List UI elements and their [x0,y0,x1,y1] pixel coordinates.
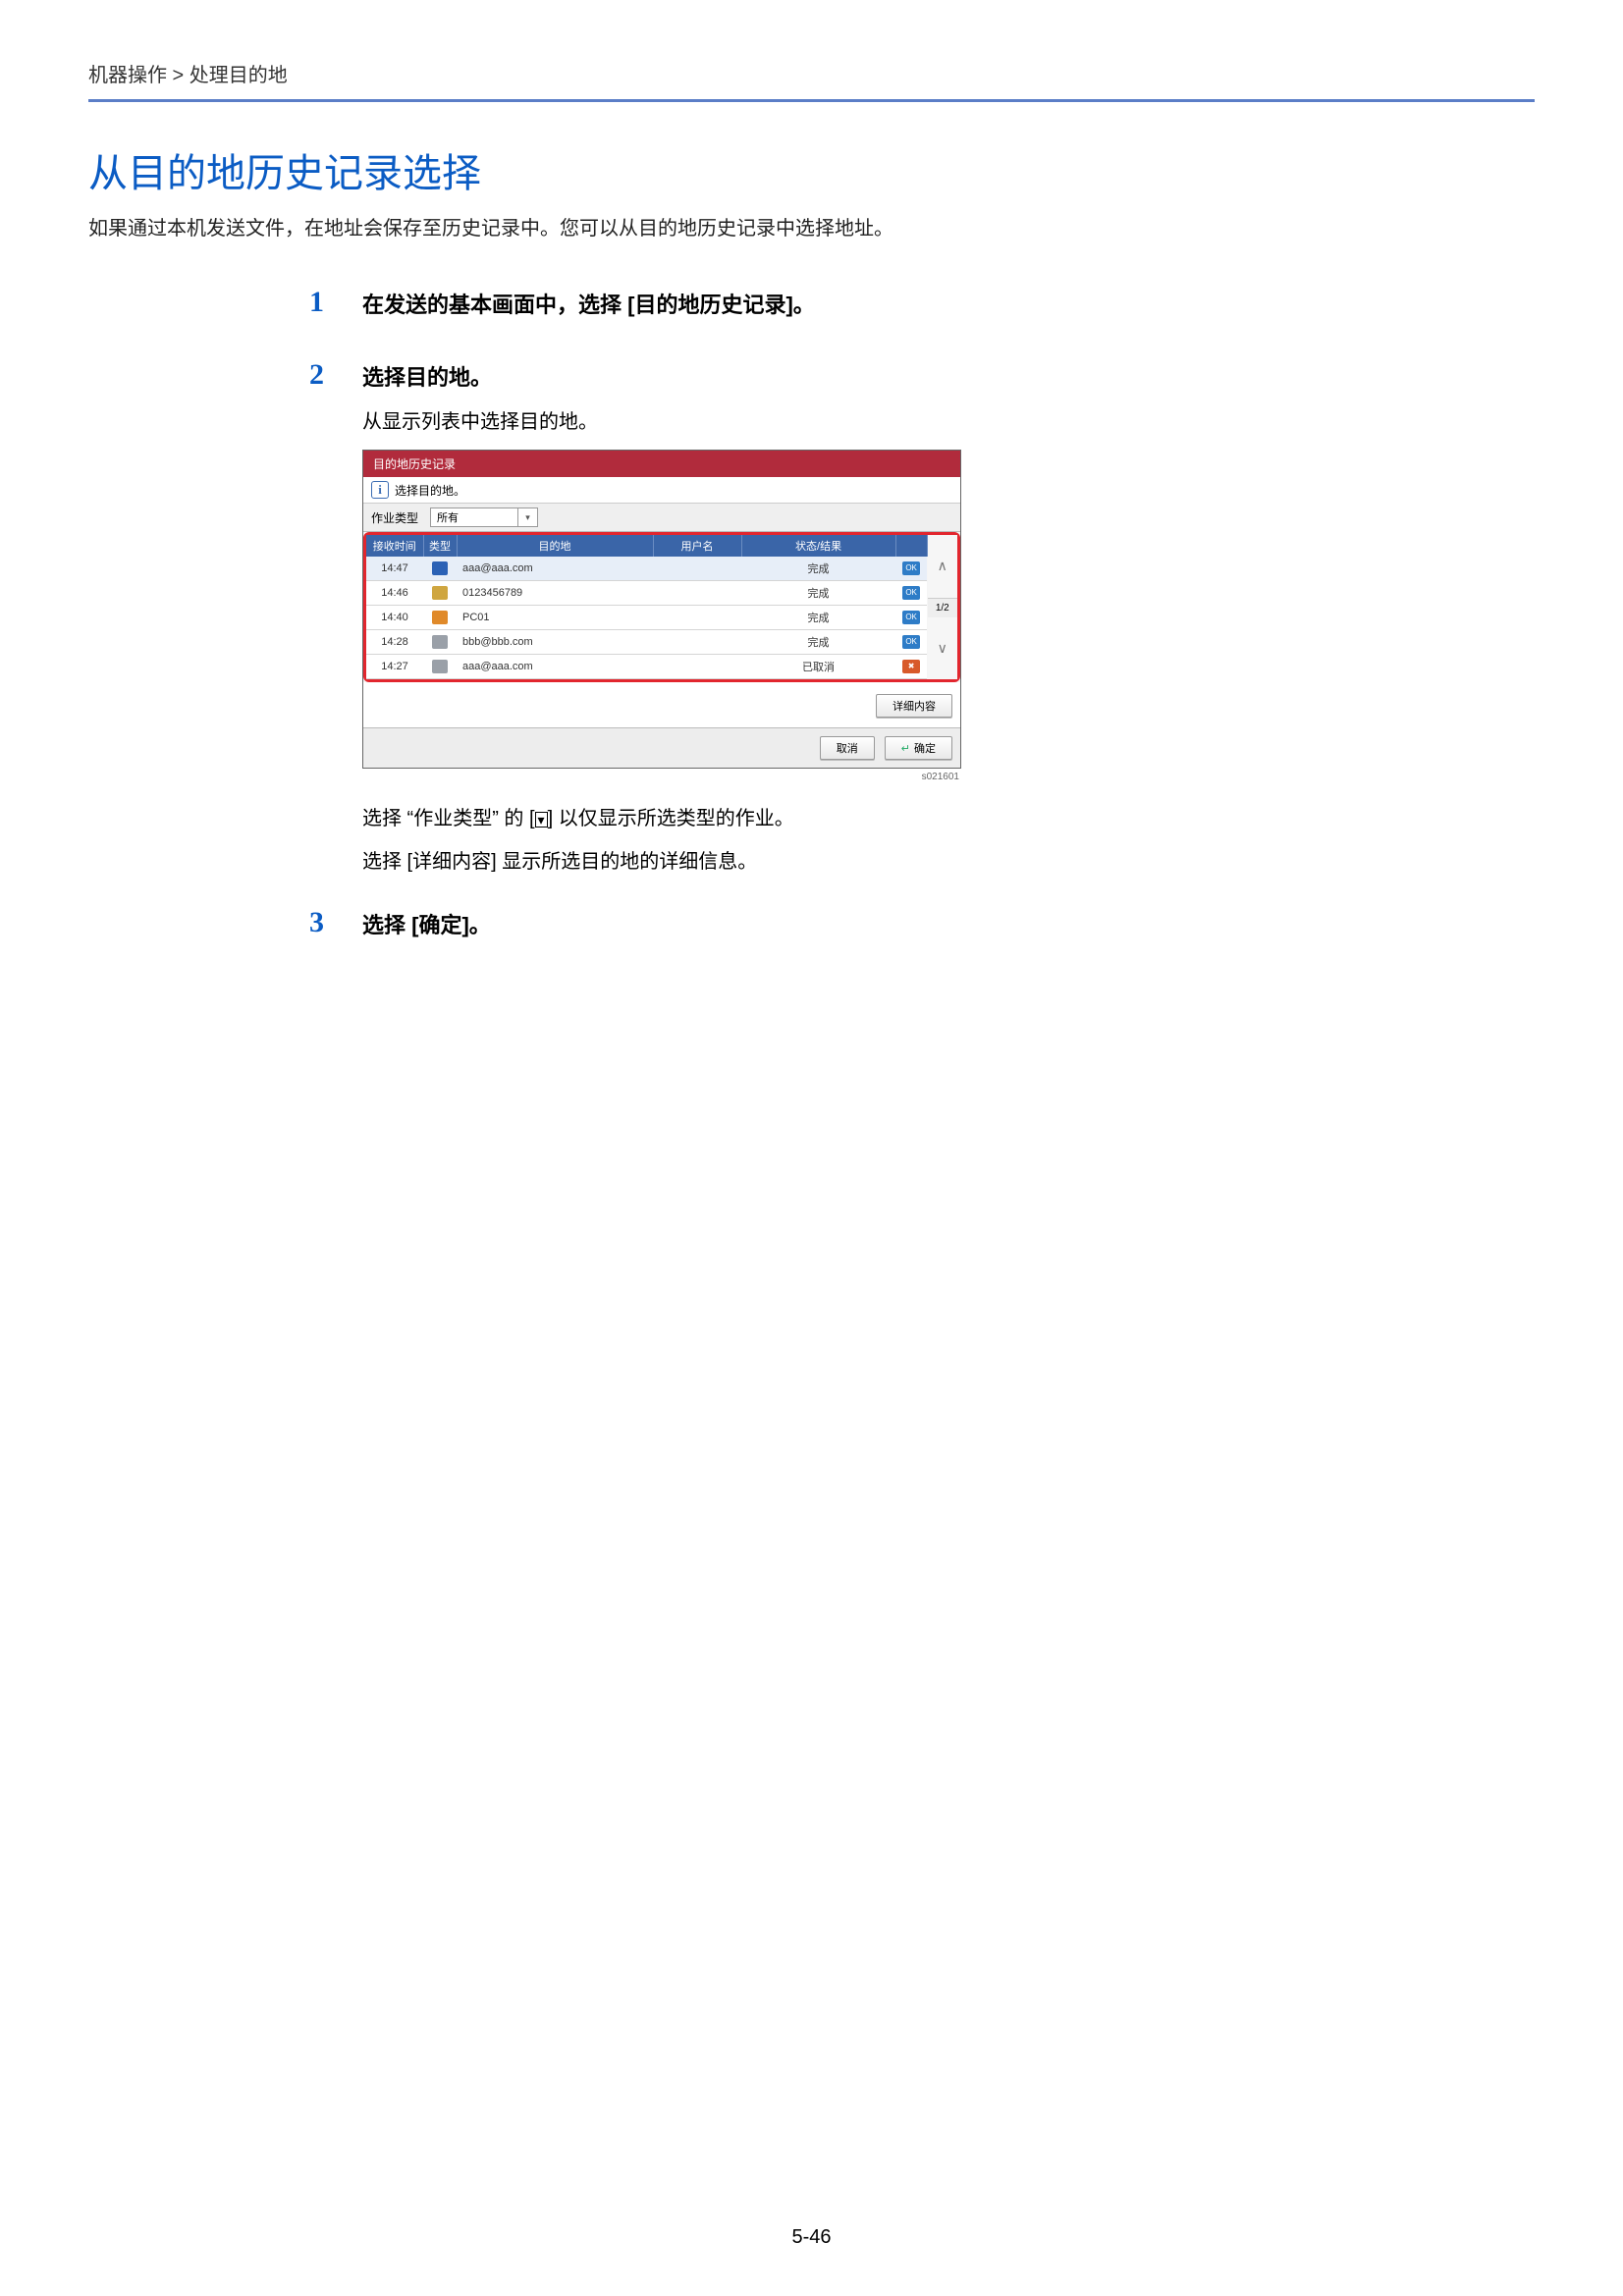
ok-button-label: 确定 [914,740,936,756]
scroll-column: ∧ 1/2 ∨ [928,535,957,679]
cell-type [423,581,457,606]
th-time: 接收时间 [366,535,423,557]
ok-badge: OK [902,586,920,600]
ok-button[interactable]: ↵ 确定 [885,736,952,760]
fax-icon [432,586,448,600]
ok-badge: OK [902,561,920,575]
step-title: 选择目的地。 [362,360,1535,392]
ok-badge: OK [902,611,920,624]
cell-type [423,557,457,581]
enter-icon: ↵ [901,742,910,755]
filter-label: 作业类型 [371,509,418,526]
cell-type [423,606,457,630]
step-3: 3 选择 [确定]。 [309,908,1535,953]
table-row[interactable]: 14:46 0123456789 完成 OK [366,581,927,606]
cell-status: 完成 [741,630,895,655]
dialog-info-row: i 选择目的地。 [363,477,960,504]
step-number: 3 [309,908,333,953]
cell-result: OK [895,581,927,606]
th-user: 用户名 [653,535,741,557]
page-title: 从目的地历史记录选择 [88,141,1535,198]
cell-result: OK [895,606,927,630]
table-row[interactable]: 14:28 bbb@bbb.com 完成 OK [366,630,927,655]
mail-icon [432,561,448,575]
th-status: 状态/结果 [741,535,895,557]
cell-result: OK [895,557,927,581]
step-desc: 从显示列表中选择目的地。 [362,405,1535,434]
dialog-info-text: 选择目的地。 [395,482,465,499]
pc-icon [432,660,448,673]
detail-button[interactable]: 详细内容 [876,694,952,718]
dialog-titlebar: 目的地历史记录 [363,451,960,477]
step-note-2: 选择 [详细内容] 显示所选目的地的详细信息。 [362,843,1535,881]
cell-user [653,557,741,581]
step-title: 选择 [确定]。 [362,908,1535,939]
table-row[interactable]: 14:47 aaa@aaa.com 完成 OK [366,557,927,581]
ok-badge: OK [902,635,920,649]
page-number: 5-46 [0,2226,1623,2249]
chevron-down-icon: ▾ [517,508,537,526]
cell-status: 完成 [741,606,895,630]
cell-time: 14:46 [366,581,423,606]
th-dest: 目的地 [457,535,653,557]
screenshot-id: s021601 [362,772,961,782]
highlight-box: 接收时间 类型 目的地 用户名 状态/结果 [363,532,960,682]
step-2: 2 选择目的地。 从显示列表中选择目的地。 目的地历史记录 i 选择目的地。 作… [309,360,1535,881]
cell-time: 14:47 [366,557,423,581]
info-icon: i [371,481,389,499]
cell-user [653,581,741,606]
cell-result: OK [895,630,927,655]
job-type-select[interactable]: 所有 ▾ [430,507,538,527]
cell-status: 已取消 [741,655,895,679]
cell-dest: aaa@aaa.com [457,557,653,581]
intro-text: 如果通过本机发送文件，在地址会保存至历史记录中。您可以从目的地历史记录中选择地址… [88,212,1535,240]
cell-user [653,630,741,655]
history-table: 接收时间 类型 目的地 用户名 状态/结果 [366,535,928,679]
cancel-button[interactable]: 取消 [820,736,875,760]
cell-status: 完成 [741,557,895,581]
cell-type [423,655,457,679]
cell-dest: 0123456789 [457,581,653,606]
table-row[interactable]: 14:40 PC01 完成 OK [366,606,927,630]
scroll-up-button[interactable]: ∧ [928,535,957,599]
step-title: 在发送的基本画面中，选择 [目的地历史记录]。 [362,288,1535,319]
th-type: 类型 [423,535,457,557]
step-number: 2 [309,360,333,881]
cell-dest: PC01 [457,606,653,630]
cell-time: 14:27 [366,655,423,679]
cell-status: 完成 [741,581,895,606]
cell-dest: bbb@bbb.com [457,630,653,655]
step-1: 1 在发送的基本画面中，选择 [目的地历史记录]。 [309,288,1535,333]
chevron-down-icon: ▾ [535,812,548,828]
scroll-down-button[interactable]: ∨ [928,617,957,680]
pc-icon [432,635,448,649]
cell-dest: aaa@aaa.com [457,655,653,679]
step-note-1: 选择 “作业类型” 的 [▾] 以仅显示所选类型的作业。 [362,800,1535,837]
cell-time: 14:40 [366,606,423,630]
screenshot-panel: 目的地历史记录 i 选择目的地。 作业类型 所有 ▾ [362,450,961,769]
cell-time: 14:28 [366,630,423,655]
page-indicator: 1/2 [928,599,957,617]
select-value: 所有 [431,509,517,525]
cell-user [653,655,741,679]
table-row[interactable]: 14:27 aaa@aaa.com 已取消 ✖ [366,655,927,679]
header-rule [88,99,1535,102]
breadcrumb: 机器操作 > 处理目的地 [88,59,1535,87]
filter-row: 作业类型 所有 ▾ [363,504,960,532]
cell-user [653,606,741,630]
cell-result: ✖ [895,655,927,679]
cell-type [423,630,457,655]
step-number: 1 [309,288,333,333]
printer-icon [432,611,448,624]
cancel-badge: ✖ [902,660,920,673]
